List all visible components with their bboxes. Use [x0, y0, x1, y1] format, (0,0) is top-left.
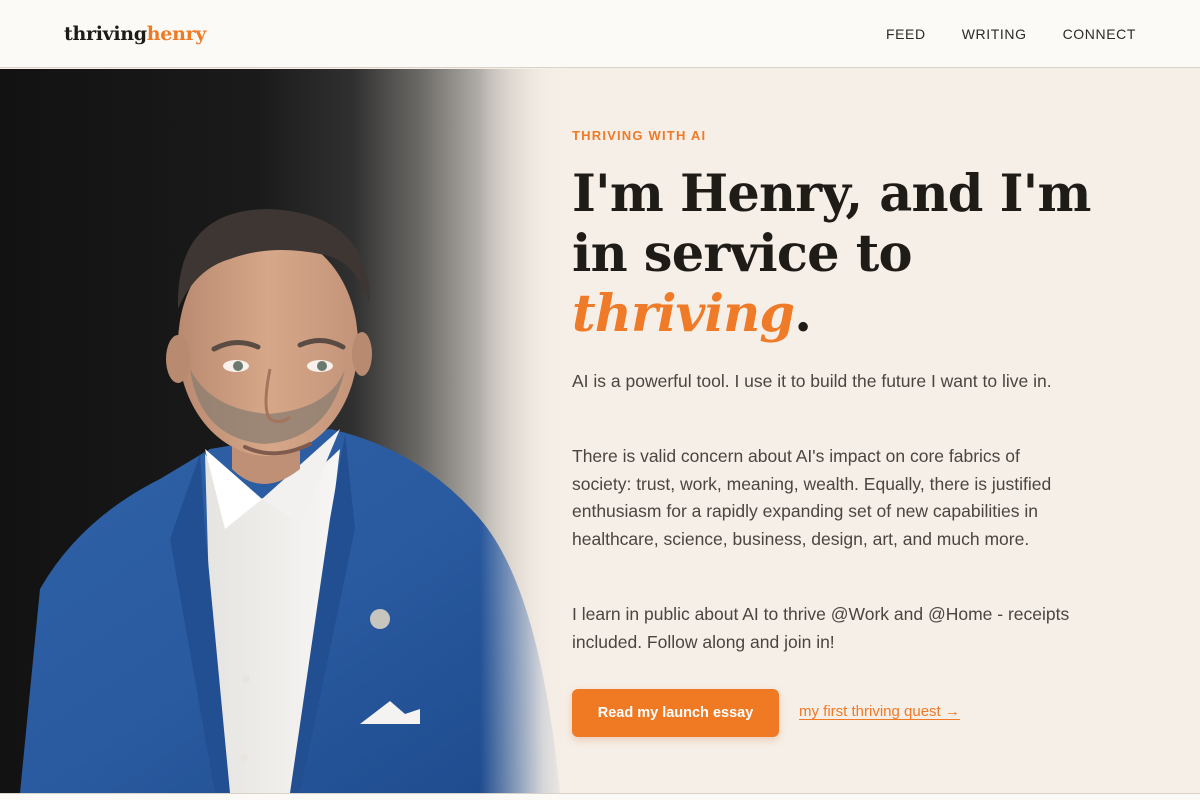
logo-text-primary: thriving: [64, 23, 147, 45]
bottom-strip: [0, 794, 1200, 800]
site-logo[interactable]: thrivinghenry: [64, 20, 206, 48]
nav-item-writing[interactable]: WRITING: [962, 24, 1027, 44]
nav-item-feed[interactable]: FEED: [886, 24, 926, 44]
headline-line-1: I'm Henry, and I'm: [572, 164, 1091, 224]
headline-accent: thriving: [572, 284, 795, 344]
portrait-photo: [0, 69, 570, 793]
nav-item-connect[interactable]: CONNECT: [1063, 24, 1136, 44]
headline-period: .: [794, 284, 812, 344]
headline-line-2: in service to: [572, 224, 912, 284]
hero-headline: I'm Henry, and I'm in service to thrivin…: [572, 164, 1092, 344]
hero-paragraph-3: I learn in public about AI to thrive @Wo…: [572, 604, 1070, 652]
site-header: thrivinghenry FEED WRITING CONNECT: [0, 0, 1200, 68]
hero-eyebrow: THRIVING WITH AI: [572, 128, 707, 143]
main-nav: FEED WRITING CONNECT: [886, 24, 1136, 44]
first-quest-link[interactable]: my first thriving quest →: [799, 703, 960, 720]
hero-paragraph-2: There is valid concern about AI's impact…: [572, 446, 1052, 549]
read-launch-essay-button[interactable]: Read my launch essay: [572, 689, 779, 737]
portrait-fade-overlay: [480, 69, 570, 793]
hero-paragraph-1: AI is a powerful tool. I use it to build…: [572, 371, 1052, 391]
logo-text-accent: henry: [146, 23, 207, 45]
